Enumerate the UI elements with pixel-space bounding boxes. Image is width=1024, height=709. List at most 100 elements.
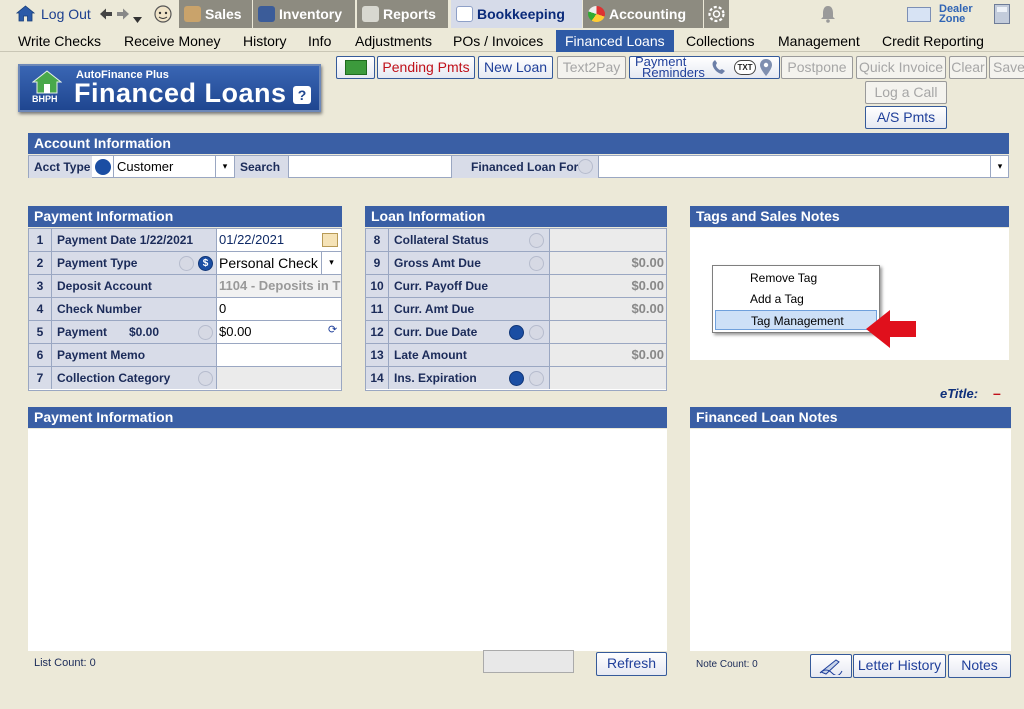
payment-memo-input[interactable] [217, 344, 341, 366]
postpone-button[interactable]: Postpone [781, 56, 853, 79]
row-number: 2 [29, 252, 52, 274]
payment-reminders-button[interactable]: Payment Reminders TXT [629, 56, 780, 79]
acct-type-label: Acct Type [29, 156, 92, 178]
loan-info-form: 8 Collateral Status 9 Gross Amt Due $0.0… [365, 228, 667, 391]
bookkeeping-menu-bar: Write Checks Receive Money History Info … [0, 30, 1024, 52]
row-number: 7 [29, 367, 52, 389]
financed-loan-for-icon[interactable] [578, 159, 593, 174]
gross-amt-due-label: Gross Amt Due [389, 252, 550, 274]
row-number: 11 [366, 298, 389, 320]
bhph-house-icon: BHPH [31, 70, 63, 106]
new-loan-button[interactable]: New Loan [478, 56, 553, 79]
nav-reports[interactable]: Reports [357, 0, 448, 28]
quick-invoice-button[interactable]: Quick Invoice [856, 56, 946, 79]
search-input[interactable] [290, 156, 450, 178]
tag-management-menu-item[interactable]: Tag Management [715, 310, 877, 330]
acct-type-dropdown-icon[interactable]: ▾ [215, 156, 234, 178]
ins-expiration-info-icon[interactable] [529, 371, 544, 386]
settings-gear-icon[interactable] [704, 0, 729, 28]
nav-inventory-label: Inventory [279, 6, 343, 22]
menu-financed-loans[interactable]: Financed Loans [556, 30, 674, 52]
row-number: 1 [29, 229, 52, 251]
dealer-zone-card-icon [907, 7, 931, 22]
help-button[interactable]: ? [293, 86, 311, 104]
red-arrow-indicator [864, 308, 918, 350]
menu-adjustments[interactable]: Adjustments [346, 30, 441, 52]
menu-collections[interactable]: Collections [677, 30, 763, 52]
support-agent-icon[interactable] [153, 4, 173, 24]
payment-row-3: 3 Deposit Account 1104 - Deposits in T [29, 275, 341, 298]
print-icon[interactable] [509, 371, 524, 386]
text2pay-button[interactable]: Text2Pay [557, 56, 626, 79]
pending-pmts-button[interactable]: Pending Pmts [377, 56, 475, 79]
menu-info[interactable]: Info [299, 30, 340, 52]
forward-arrow-icon[interactable] [116, 7, 130, 21]
financed-loan-for-select[interactable] [600, 156, 990, 178]
payment-memo-label: Payment Memo [52, 344, 217, 366]
payment-type-info-icon[interactable] [179, 256, 194, 271]
dollar-icon[interactable]: $ [198, 256, 213, 271]
menu-credit-reporting[interactable]: Credit Reporting [873, 30, 993, 52]
notification-bell-icon[interactable] [818, 4, 838, 24]
row-number: 8 [366, 229, 389, 251]
export-spreadsheet-button[interactable] [336, 56, 375, 79]
refresh-amount-icon[interactable]: ⟳ [328, 323, 337, 336]
payment-info-icon[interactable] [198, 325, 213, 340]
payment-date-label: Payment Date 1/22/2021 [52, 229, 217, 251]
list-filter-input[interactable] [483, 650, 574, 673]
save-button[interactable]: Save [989, 56, 1024, 79]
history-dropdown-icon[interactable] [133, 11, 142, 23]
etitle-label: eTitle: [940, 386, 979, 401]
nav-bookkeeping-label: Bookkeeping [477, 6, 565, 22]
log-a-call-button[interactable]: Log a Call [865, 81, 947, 104]
as-pmts-button[interactable]: A/S Pmts [865, 106, 947, 129]
menu-management[interactable]: Management [769, 30, 869, 52]
calendar-icon[interactable] [322, 233, 338, 247]
loan-info-header: Loan Information [365, 206, 667, 227]
nav-bookkeeping[interactable]: Bookkeeping [451, 0, 582, 28]
nav-inventory[interactable]: Inventory [253, 0, 355, 28]
financed-loan-for-dropdown-icon[interactable]: ▾ [990, 156, 1009, 178]
menu-pos-invoices[interactable]: POs / Invoices [444, 30, 552, 52]
notes-button[interactable]: Notes [948, 654, 1011, 678]
menu-write-checks[interactable]: Write Checks [9, 30, 110, 52]
home-icon[interactable] [15, 5, 36, 22]
collection-category-select[interactable] [217, 367, 341, 389]
nav-sales[interactable]: Sales [179, 0, 252, 28]
dealer-zone-link[interactable]: Dealer Zone [907, 4, 977, 26]
deposit-account-select[interactable]: 1104 - Deposits in T [217, 275, 341, 297]
print-icon[interactable] [509, 325, 524, 340]
write-note-button[interactable] [810, 654, 852, 678]
clear-button[interactable]: Clear [949, 56, 987, 79]
letter-history-button[interactable]: Letter History [853, 654, 946, 678]
nav-accounting[interactable]: Accounting [583, 0, 703, 28]
refresh-button[interactable]: Refresh [596, 652, 667, 676]
pie-chart-icon [588, 6, 605, 22]
menu-receive-money[interactable]: Receive Money [115, 30, 230, 52]
payment-date-input[interactable]: 01/22/2021 [217, 229, 322, 251]
calculator-icon[interactable] [994, 4, 1010, 24]
check-number-input[interactable]: 0 [217, 298, 341, 320]
location-pin-icon [760, 59, 772, 76]
payment-list-area[interactable] [28, 429, 667, 651]
logout-link[interactable]: Log Out [41, 6, 91, 22]
payment-type-dropdown-icon[interactable]: ▾ [321, 252, 341, 274]
payment-type-select[interactable]: Personal Check [217, 252, 320, 274]
acct-type-info-icon[interactable] [95, 159, 111, 175]
gross-amt-due-info-icon[interactable] [529, 256, 544, 271]
payment-info-header: Payment Information [28, 206, 342, 227]
remove-tag-menu-item[interactable]: Remove Tag [715, 268, 877, 288]
car-icon [258, 6, 275, 22]
phone-icon [710, 60, 728, 76]
payment-label-amount: $0.00 [129, 325, 160, 339]
acct-type-select[interactable]: Customer [113, 156, 215, 178]
curr-due-date-info-icon[interactable] [529, 325, 544, 340]
collection-category-info-icon[interactable] [198, 371, 213, 386]
list-count: List Count: 0 [34, 657, 96, 669]
menu-history[interactable]: History [234, 30, 296, 52]
add-tag-menu-item[interactable]: Add a Tag [715, 289, 877, 309]
payment-amount-input[interactable]: $0.00 [217, 321, 325, 343]
loan-notes-area[interactable] [690, 429, 1011, 651]
collateral-status-info-icon[interactable] [529, 233, 544, 248]
back-arrow-icon[interactable] [99, 7, 113, 21]
